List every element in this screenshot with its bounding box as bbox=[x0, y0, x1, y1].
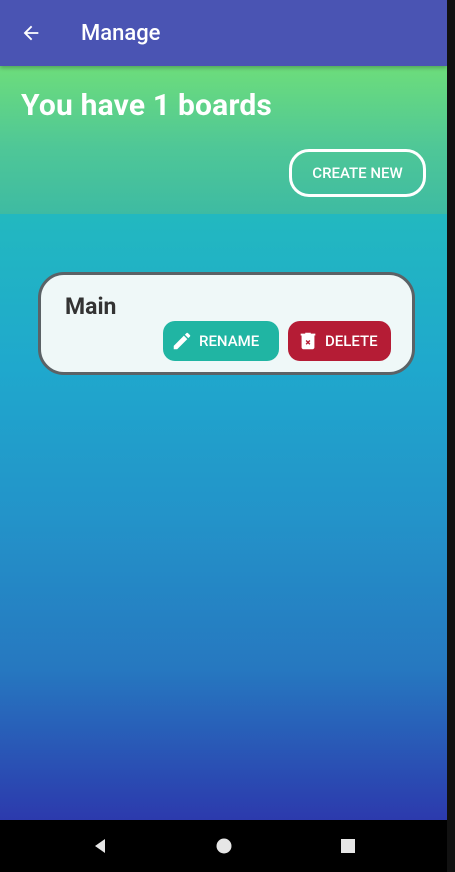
arrow-left-icon bbox=[23, 25, 39, 41]
header-panel: You have 1 boards CREATE NEW bbox=[0, 66, 447, 214]
trash-icon bbox=[300, 332, 316, 350]
pencil-icon bbox=[173, 332, 191, 350]
nav-back-button[interactable] bbox=[70, 820, 130, 872]
page-title: Manage bbox=[81, 20, 161, 46]
nav-recents-button[interactable] bbox=[318, 820, 378, 872]
nav-back-icon bbox=[95, 839, 105, 853]
boards-count-text: You have 1 boards bbox=[21, 88, 273, 123]
app-screen: Manage You have 1 boards CREATE NEW Main… bbox=[0, 0, 447, 872]
create-new-button[interactable]: CREATE NEW bbox=[289, 149, 426, 197]
nav-home-icon bbox=[216, 838, 232, 854]
board-card-main[interactable]: Main RENAME DELETE bbox=[38, 272, 415, 375]
nav-home-button[interactable] bbox=[194, 820, 254, 872]
rename-label: RENAME bbox=[199, 332, 260, 350]
delete-button[interactable]: DELETE bbox=[288, 321, 391, 361]
app-bar: Manage bbox=[0, 0, 447, 66]
back-button[interactable] bbox=[0, 0, 62, 66]
rename-button[interactable]: RENAME bbox=[163, 321, 279, 361]
system-nav-bar bbox=[0, 820, 447, 872]
delete-label: DELETE bbox=[325, 332, 378, 350]
screen-edge bbox=[447, 0, 455, 872]
board-name: Main bbox=[65, 293, 117, 320]
content-area: You have 1 boards CREATE NEW Main RENAME… bbox=[0, 66, 447, 820]
nav-recents-icon bbox=[341, 839, 355, 853]
